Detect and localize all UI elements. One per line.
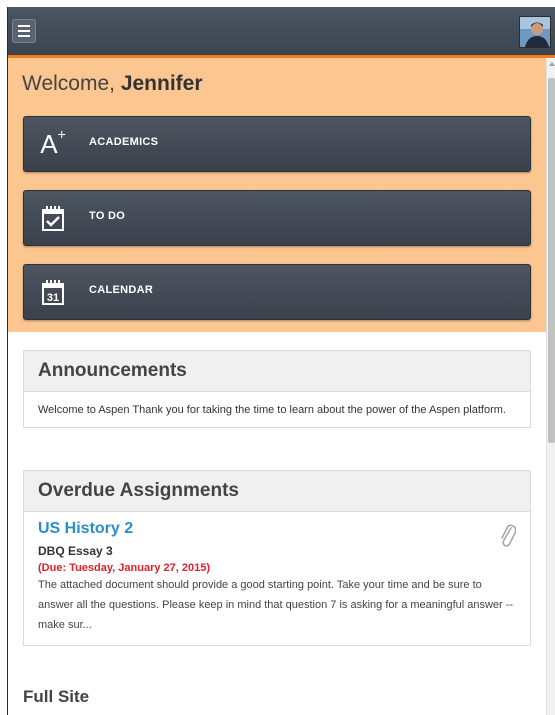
overdue-assignments-card: Overdue Assignments US History 2 DBQ Ess…: [23, 470, 531, 646]
announcements-title: Announcements: [24, 351, 530, 392]
welcome-greeting: Welcome,: [22, 72, 115, 95]
todo-button[interactable]: TO DO: [23, 190, 531, 246]
todo-label: TO DO: [89, 210, 126, 222]
announcement-text: Welcome to Aspen Thank you for taking th…: [38, 404, 506, 416]
checklist-calendar-icon: [38, 203, 68, 233]
course-link[interactable]: US History 2: [38, 520, 516, 538]
overdue-assignment-item: US History 2 DBQ Essay 3 (Due: Tuesday, …: [24, 512, 530, 645]
welcome-panel: Welcome, Jennifer A+ ACADEMICS TO DO 31 …: [8, 58, 546, 332]
user-name: Jennifer: [120, 72, 203, 95]
calendar-label: CALENDAR: [89, 284, 154, 296]
overdue-assignments-title: Overdue Assignments: [24, 471, 530, 512]
app-frame: Welcome, Jennifer A+ ACADEMICS TO DO 31 …: [7, 7, 555, 715]
calendar-button[interactable]: 31 CALENDAR: [23, 264, 531, 320]
assignment-description: The attached document should provide a g…: [38, 579, 514, 631]
welcome-heading: Welcome, Jennifer: [22, 72, 203, 96]
avatar[interactable]: [519, 16, 551, 48]
a-plus-grade-icon: A+: [40, 126, 66, 159]
paperclip-icon[interactable]: [500, 522, 517, 553]
vertical-scrollbar[interactable]: [546, 58, 555, 715]
calendar-31-icon: 31: [38, 277, 68, 307]
top-bar: [8, 7, 555, 58]
scroll-up-arrow-icon[interactable]: [549, 62, 555, 66]
announcements-card: Announcements Welcome to Aspen Thank you…: [23, 350, 531, 428]
user-avatar-photo: [520, 17, 550, 47]
assignment-name: DBQ Essay 3: [38, 544, 113, 558]
full-site-link[interactable]: Full Site: [23, 687, 89, 707]
scrollbar-thumb[interactable]: [548, 78, 555, 443]
due-date: (Due: Tuesday, January 27, 2015): [38, 562, 210, 574]
academics-button[interactable]: A+ ACADEMICS: [23, 116, 531, 172]
hamburger-menu-icon[interactable]: [12, 19, 36, 43]
calendar-icon-day: 31: [47, 292, 59, 304]
academics-label: ACADEMICS: [89, 136, 159, 148]
